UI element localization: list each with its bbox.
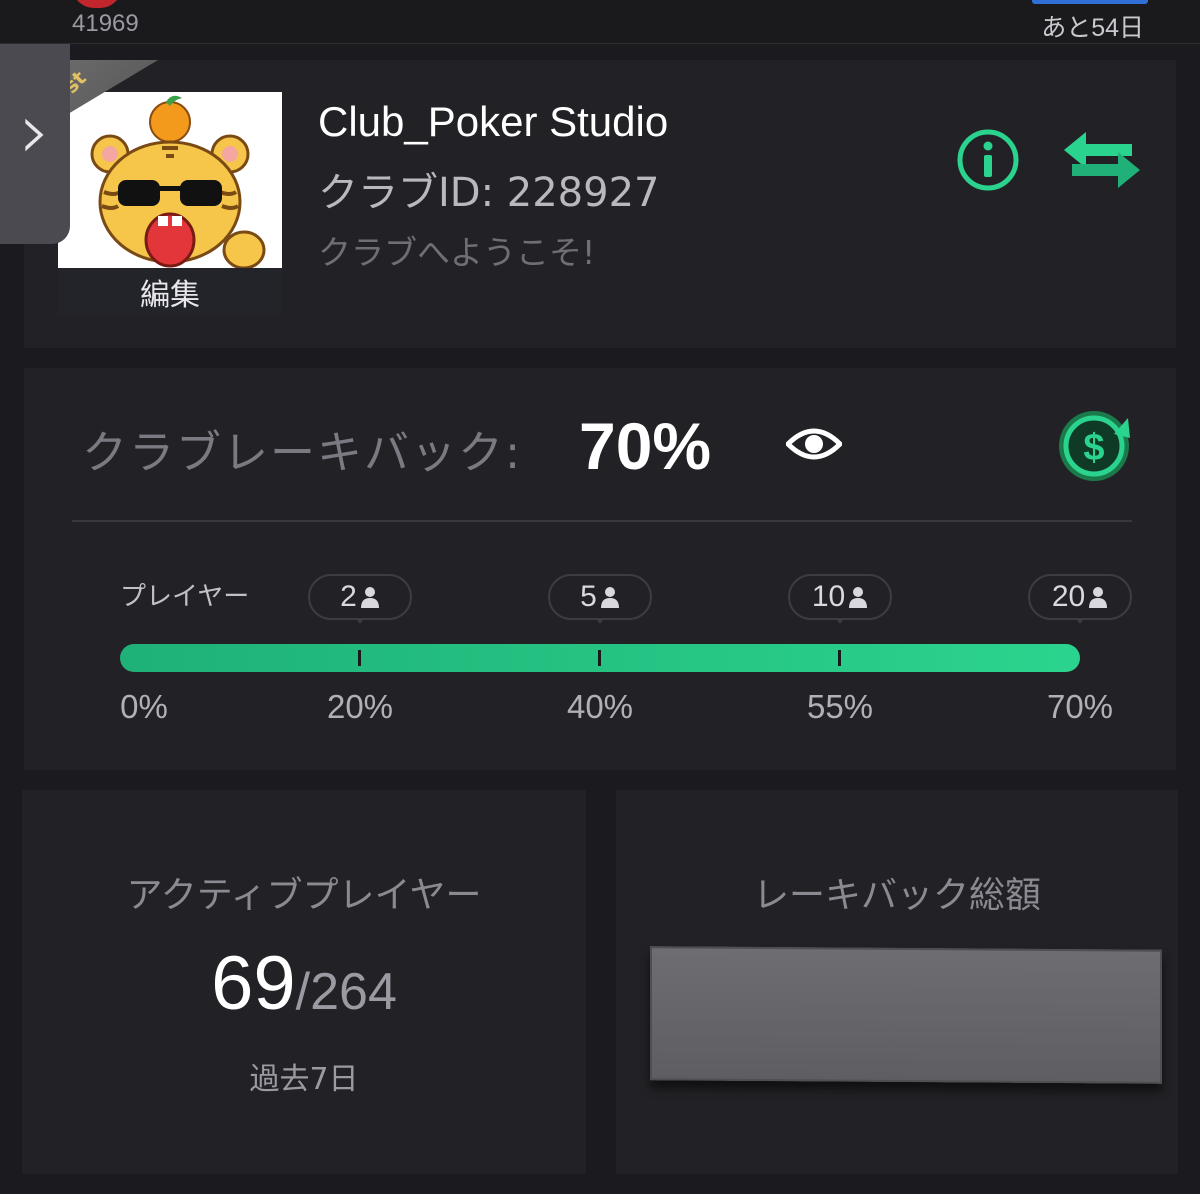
rakeback-total-card[interactable]: レーキバック総額 bbox=[616, 790, 1178, 1174]
pill-pointer bbox=[1076, 618, 1084, 624]
tier-percent-label: 20% bbox=[326, 688, 394, 725]
tier-players-pill: 2 bbox=[308, 574, 412, 620]
tier-players-pill: 5 bbox=[548, 574, 652, 620]
club-info-card: st 編集 Club_Poker Studio クラブID: 228927 クラ… bbox=[24, 60, 1176, 348]
club-name: Club_Poker Studio bbox=[318, 98, 669, 145]
tier-marker bbox=[598, 650, 601, 666]
tier-players-count: 5 bbox=[580, 580, 597, 613]
svg-text:$: $ bbox=[1083, 427, 1104, 469]
pill-pointer bbox=[356, 618, 364, 624]
active-players-card[interactable]: アクティブプレイヤー 69/264 過去7日 bbox=[22, 790, 586, 1174]
tier-percent-label: 70% bbox=[1046, 688, 1114, 725]
redacted-value-block bbox=[650, 946, 1162, 1084]
active-players-count: 69/264 bbox=[22, 940, 586, 1027]
rakeback-divider bbox=[72, 520, 1132, 522]
rakeback-total-title: レーキバック総額 bbox=[752, 875, 1041, 916]
person-icon bbox=[600, 587, 619, 608]
tier-percent-label: 40% bbox=[566, 688, 634, 725]
chevron-right-icon: › bbox=[19, 87, 51, 177]
players-label: プレイヤー bbox=[120, 582, 250, 612]
tier-players-count: 20 bbox=[1051, 580, 1086, 613]
active-count: 69 bbox=[211, 941, 296, 1026]
edit-avatar-button[interactable]: 編集 bbox=[58, 268, 282, 316]
days-remaining-text: あと54日 bbox=[1041, 14, 1144, 42]
tier-marker bbox=[358, 650, 361, 666]
tier-players-count: 2 bbox=[340, 580, 357, 613]
pill-pointer bbox=[836, 618, 844, 624]
rakeback-label: クラブレーキバック: bbox=[82, 426, 523, 479]
dollar-rakeback-icon[interactable]: $ bbox=[1056, 408, 1132, 484]
active-players-period: 過去7日 bbox=[249, 1062, 359, 1097]
side-panel-toggle[interactable]: › bbox=[0, 44, 70, 244]
tier-percent-label: 55% bbox=[806, 688, 874, 725]
person-icon bbox=[1089, 587, 1108, 608]
tier-players-pill: 10 bbox=[788, 574, 892, 620]
club-welcome-message: クラブへようこそ! bbox=[318, 233, 596, 272]
top-bar: 41969 あと54日 bbox=[0, 0, 1200, 44]
membership-badge[interactable] bbox=[1032, 0, 1148, 4]
tier-marker bbox=[838, 650, 841, 666]
pill-pointer bbox=[596, 618, 604, 624]
rakeback-card: クラブレーキバック: 70% $ プレイヤー 2 5 10 20 0% 20% … bbox=[24, 368, 1176, 770]
eye-icon[interactable] bbox=[786, 424, 842, 464]
active-players-title: アクティブプレイヤー bbox=[126, 875, 482, 916]
user-avatar[interactable] bbox=[72, 0, 122, 8]
tier-players-count: 10 bbox=[811, 580, 846, 613]
rakeback-progress-bar bbox=[120, 644, 1080, 672]
switch-club-icon[interactable] bbox=[1062, 130, 1142, 190]
tiger-mascot-image bbox=[58, 92, 282, 268]
tier-percent-label: 0% bbox=[120, 688, 168, 725]
club-id: クラブID: 228927 bbox=[318, 170, 660, 216]
person-icon bbox=[360, 587, 379, 608]
tier-players-pill: 20 bbox=[1028, 574, 1132, 620]
total-count: /264 bbox=[295, 963, 397, 1021]
user-id-text: 41969 bbox=[72, 10, 139, 37]
person-icon bbox=[849, 587, 868, 608]
club-avatar[interactable]: 編集 bbox=[58, 92, 282, 316]
info-icon[interactable] bbox=[956, 128, 1020, 192]
rakeback-value: 70% bbox=[579, 409, 712, 483]
